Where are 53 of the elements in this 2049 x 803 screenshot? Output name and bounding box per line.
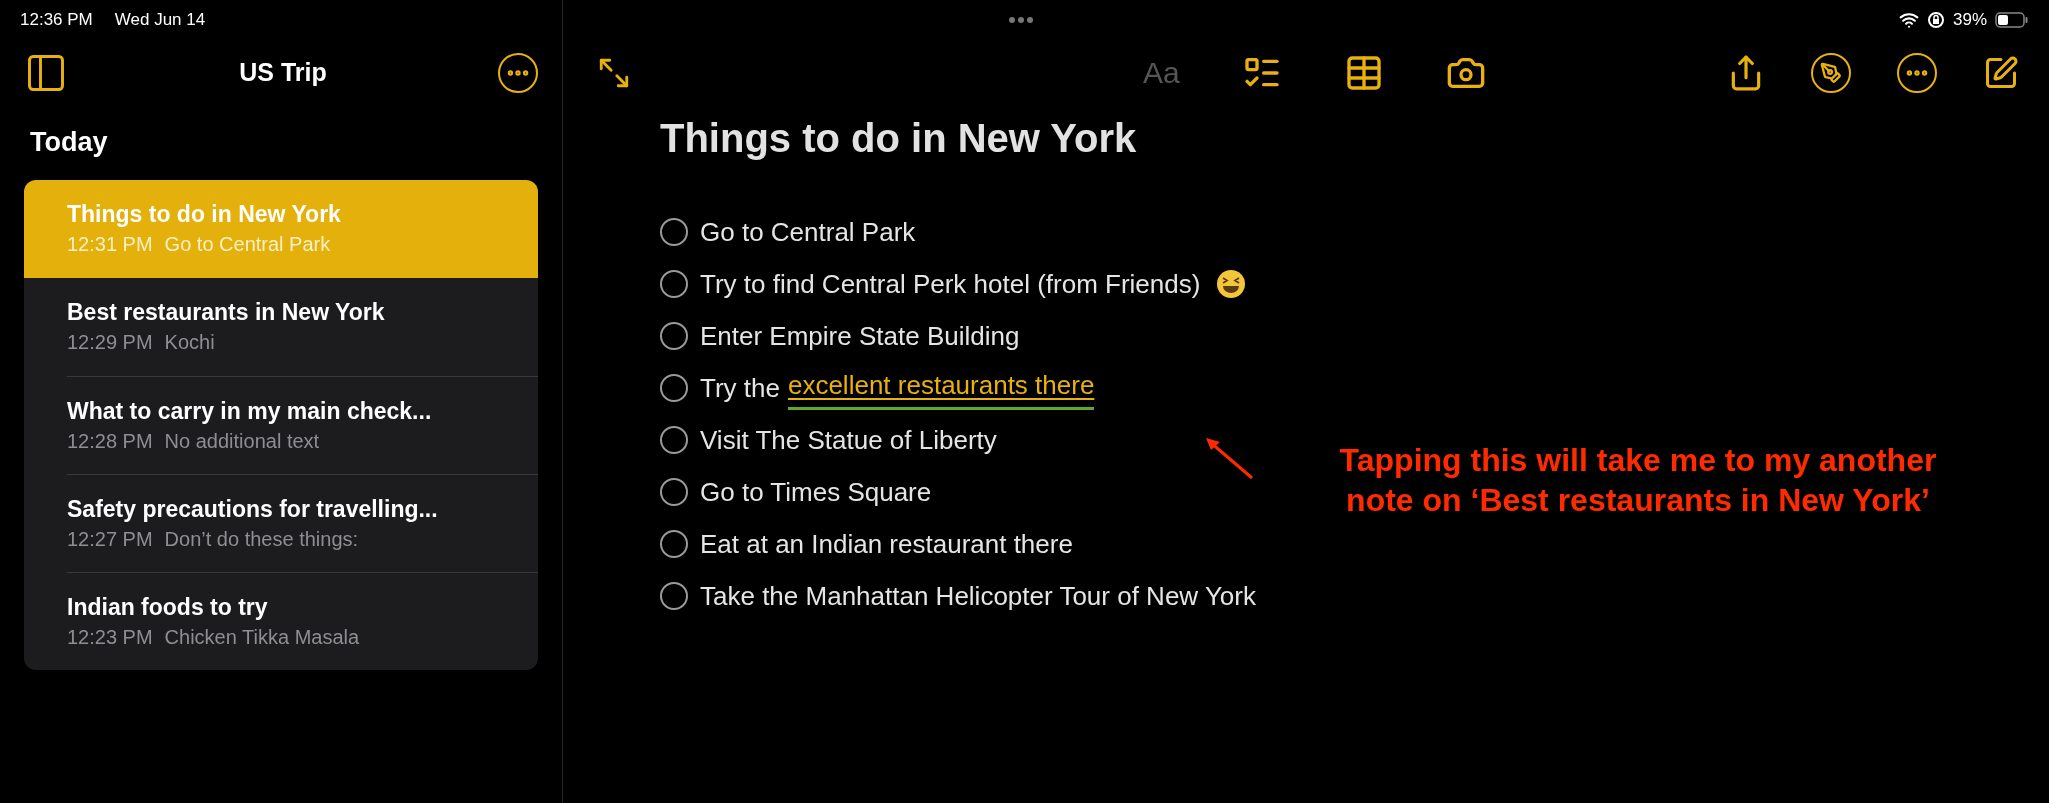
compose-icon[interactable] (1983, 54, 2019, 91)
item-text: Try to find Central Perk hotel (from Friends) (700, 267, 1201, 301)
note-title: What to carry in my main check... (67, 396, 433, 426)
item-text: Eat at an Indian restaurant there (700, 527, 1073, 561)
note-row[interactable]: Indian foods to try 12:23 PM Chicken Tikka Masala (24, 572, 538, 670)
annotation-arrow (1204, 436, 1254, 480)
section-heading: Today (30, 126, 108, 160)
note-preview: Go to Central Park (164, 232, 331, 257)
wifi-icon (1898, 10, 1919, 30)
item-text: Go to Central Park (700, 215, 916, 249)
note-preview: Chicken Tikka Masala (164, 624, 360, 650)
note-time: 12:23 PM (67, 624, 153, 650)
checkbox[interactable] (660, 582, 688, 610)
battery-icon (1995, 12, 2029, 28)
note-link[interactable]: excellent restaurants there (787, 366, 1095, 410)
folder-title: US Trip (239, 56, 327, 88)
status-date: Wed Jun 14 (114, 9, 206, 32)
note-title: Best restaurants in New York (67, 298, 386, 327)
note-title: Safety precautions for travelling... (67, 494, 439, 524)
checkbox[interactable] (660, 270, 688, 298)
checkbox[interactable] (660, 374, 688, 402)
note-row[interactable]: Safety precautions for travelling... 12:27 PM Don’t do these things: (24, 474, 538, 572)
note-title: Things to do in New York (67, 200, 342, 229)
checkbox[interactable] (660, 478, 688, 506)
note-title: Things to do in New York (660, 115, 1138, 162)
checkbox[interactable] (660, 426, 688, 454)
item-text: Go to Times Square (700, 475, 932, 509)
more-icon[interactable] (1897, 52, 1937, 93)
status-time: 12:36 PM (20, 9, 93, 32)
rotation-lock-icon (1926, 11, 1945, 29)
more-icon[interactable] (498, 52, 538, 93)
note-time: 12:31 PM (67, 232, 153, 257)
note-preview: No additional text (164, 428, 320, 454)
item-text: Enter Empire State Building (700, 319, 1020, 353)
note-preview: Don’t do these things: (164, 526, 359, 552)
checkbox[interactable] (660, 322, 688, 350)
checkbox[interactable] (660, 218, 688, 246)
item-text: Visit The Statue of Liberty (700, 423, 997, 457)
note-time: 12:27 PM (67, 526, 153, 552)
battery-percent: 39% (1952, 9, 1987, 32)
multitasking-icon[interactable] (1008, 16, 1034, 24)
annotation-text: Tapping this will take me to my another note on ‘Best restaurants in New York’ (1338, 441, 1938, 520)
note-time: 12:28 PM (67, 428, 153, 454)
note-row[interactable]: Best restaurants in New York 12:29 PM Kochi (24, 278, 538, 376)
markup-icon[interactable] (1811, 52, 1851, 93)
item-text: Take the Manhattan Helicopter Tour of New York (700, 579, 1256, 613)
note-preview: Kochi (164, 330, 215, 355)
note-time: 12:29 PM (67, 330, 153, 355)
item-text: Try the (700, 371, 780, 405)
note-title: Indian foods to try (67, 592, 269, 622)
checkbox[interactable] (660, 530, 688, 558)
note-row[interactable]: What to carry in my main check... 12:28 PM No additional text (24, 376, 538, 474)
laughing-emoji-icon (1216, 269, 1247, 299)
